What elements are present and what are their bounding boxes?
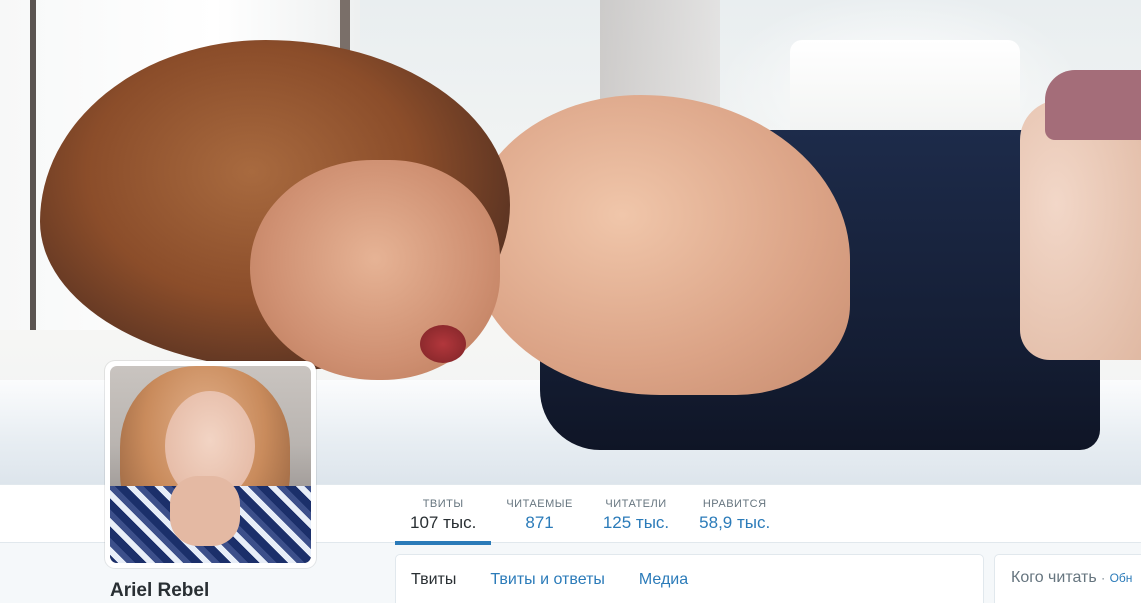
stat-tweets[interactable]: ТВИТЫ 107 тыс. xyxy=(395,485,492,545)
tab-tweets[interactable]: Твиты xyxy=(411,570,456,590)
tab-tweets-and-replies[interactable]: Твиты и ответы xyxy=(490,570,605,590)
tab-media[interactable]: Медиа xyxy=(639,570,688,590)
stat-followers[interactable]: ЧИТАТЕЛИ 125 тыс. xyxy=(588,485,684,544)
stat-value: 125 тыс. xyxy=(602,513,670,532)
stat-value: 58,9 тыс. xyxy=(699,513,771,532)
who-to-follow-card: Кого читать · Обн xyxy=(994,554,1141,603)
stat-likes[interactable]: НРАВИТСЯ 58,9 тыс. xyxy=(684,485,785,544)
profile-name[interactable]: Ariel Rebel xyxy=(110,580,209,602)
stat-value: 871 xyxy=(525,513,554,532)
avatar[interactable] xyxy=(105,361,316,568)
stat-label: ЧИТАТЕЛИ xyxy=(605,498,667,510)
stat-label: ЧИТАЕМЫЕ xyxy=(506,498,573,510)
profile-stats: ТВИТЫ 107 тыс. ЧИТАЕМЫЕ 871 ЧИТАТЕЛИ 125… xyxy=(395,485,785,545)
stat-label: ТВИТЫ xyxy=(422,498,464,510)
refresh-link[interactable]: Обн xyxy=(1110,571,1133,585)
stat-label: НРАВИТСЯ xyxy=(702,498,767,510)
stat-following[interactable]: ЧИТАЕМЫЕ 871 xyxy=(491,485,588,544)
timeline-card: Твиты Твиты и ответы Медиа xyxy=(395,554,984,603)
who-to-follow-title: Кого читать xyxy=(1011,569,1097,586)
separator-dot: · xyxy=(1101,571,1106,585)
stat-value: 107 тыс. xyxy=(410,513,477,532)
timeline-tabs: Твиты Твиты и ответы Медиа xyxy=(396,555,983,603)
avatar-photo xyxy=(110,366,311,563)
profile-page: ТВИТЫ 107 тыс. ЧИТАЕМЫЕ 871 ЧИТАТЕЛИ 125… xyxy=(0,0,1141,603)
